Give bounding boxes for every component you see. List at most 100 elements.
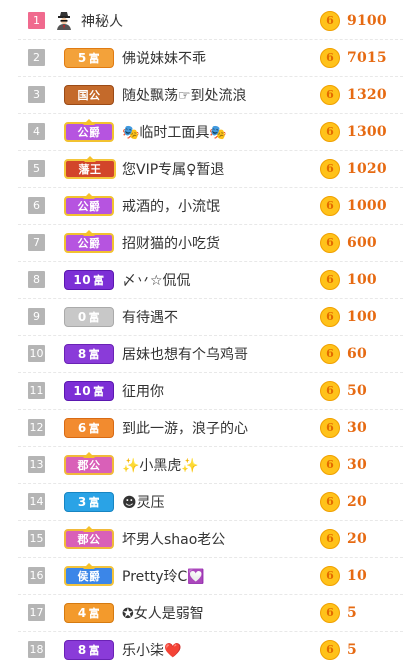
badge-slot: 8富 [62,340,116,368]
rank-badge: 国公 [64,84,114,105]
badge-level: 10 [73,383,92,398]
rank-number: 9 [28,308,45,325]
leaderboard-row[interactable]: 15 郡公 坏男人shao老公 6 20 [18,520,403,557]
user-nickname[interactable]: 居妹也想有个乌鸡哥 [122,344,302,364]
rank-badge: 公爵 [64,192,114,216]
user-nickname[interactable]: 〆丷☆侃侃 [122,270,302,290]
rank-badge: 10 富 [64,380,114,401]
rank-badge: 8富 [64,639,114,660]
rank-number: 8 [28,271,45,288]
user-nickname[interactable]: Pretty玲C💟 [122,566,302,586]
coin-icon: 6 [320,491,340,512]
leaderboard-row[interactable]: 5 藩王 您VIP专属♀暂退 6 1020 [18,150,403,187]
user-nickname[interactable]: 招财猫的小吃货 [122,233,302,253]
leaderboard-row[interactable]: 11 10 富征用你 6 50 [18,372,403,409]
badge-level: 8 [77,346,87,361]
badge-slot: 8富 [62,636,116,664]
badge-title: 国公 [77,88,101,102]
badge-title: 富 [88,51,101,65]
coin-icon: 6 [320,158,340,179]
leaderboard-row[interactable]: 6 公爵 戒酒的，小流氓 6 1000 [18,187,403,224]
contribution-amount: 30 [347,419,367,436]
user-nickname[interactable]: 随处飘荡☞到处流浪 [122,85,302,105]
badge-level: 3 [77,494,87,509]
rank-badge: 10 富 [64,269,114,290]
contribution-amount: 5 [347,641,357,658]
badge-slot: 4富 [62,599,116,627]
contribution-amount: 100 [347,271,377,288]
user-nickname[interactable]: 到此一游，浪子的心 [122,418,302,438]
leaderboard-row[interactable]: 8 10 富〆丷☆侃侃 6 100 [18,261,403,298]
rank-number: 15 [28,530,45,547]
badge-slot: 国公 [62,81,116,109]
coin-icon: 6 [320,602,340,623]
contribution-amount: 9100 [347,12,387,29]
rank-badge: 3富 [64,491,114,512]
user-nickname[interactable]: 戒酒的，小流氓 [122,196,302,216]
rank-badge: 侯爵 [64,562,114,586]
rank-number: 10 [28,345,45,362]
rank-number: 13 [28,456,45,473]
coin-icon: 6 [320,47,340,68]
leaderboard-row[interactable]: 12 6 富到此一游，浪子的心 6 30 [18,409,403,446]
rank-number: 16 [28,567,45,584]
leaderboard-row[interactable]: 7 公爵 招财猫的小吃货 6 600 [18,224,403,261]
rank-badge: 0富 [64,306,114,327]
badge-title: 侯爵 [77,569,101,583]
rank-number: 17 [28,604,45,621]
badge-slot: 公爵 [62,118,116,146]
leaderboard-row[interactable]: 16 侯爵 Pretty玲C💟 6 10 [18,557,403,594]
badge-title: 公爵 [77,199,101,213]
badge-slot: 公爵 [62,192,116,220]
leaderboard-row[interactable]: 1 神秘人 6 9100 [18,2,403,39]
badge-title: 郡公 [77,532,101,546]
user-nickname[interactable]: 有待遇不 [122,307,302,327]
badge-slot: 郡公 [62,451,116,479]
badge-title: 藩王 [78,162,102,176]
user-nickname[interactable]: 坏男人shao老公 [122,529,302,549]
leaderboard-row[interactable]: 14 3 富 ☻灵压 6 20 [18,483,403,520]
rank-number: 7 [28,234,45,251]
coin-icon: 6 [320,195,340,216]
rank-badge: 6富 [64,417,114,438]
leaderboard-row[interactable]: 9 0 富有待遇不 6 100 [18,298,403,335]
user-nickname[interactable]: 您VIP专属♀暂退 [122,159,302,179]
contribution-amount: 60 [347,345,367,362]
coin-icon: 6 [320,343,340,364]
coin-icon: 6 [320,417,340,438]
user-nickname[interactable]: 乐小柒❤️ [122,640,302,660]
leaderboard-row[interactable]: 13 郡公 ✨小黑虎✨ 6 30 [18,446,403,483]
user-nickname[interactable]: 佛说妹妹不乖 [122,48,302,68]
contribution-amount: 20 [347,493,367,510]
user-nickname[interactable]: 🎭临时工面具🎭 [122,122,302,142]
user-nickname[interactable]: ✨小黑虎✨ [122,455,302,475]
user-nickname[interactable]: 神秘人 [81,11,261,31]
coin-icon: 6 [320,84,340,105]
leaderboard-row[interactable]: 2 5 富 佛说妹妹不乖 6 7015 [18,39,403,76]
badge-level: 5 [77,50,87,65]
badge-title: 富 [88,606,101,620]
badge-level: 4 [77,605,87,620]
coin-icon: 6 [320,269,340,290]
contribution-amount: 30 [347,456,367,473]
rank-number: 2 [28,49,45,66]
leaderboard-row[interactable]: 18 8 富乐小柒❤️ 6 5 [18,631,403,668]
leaderboard-row[interactable]: 10 8 富居妹也想有个乌鸡哥 6 60 [18,335,403,372]
user-nickname[interactable]: ☻灵压 [122,492,302,512]
coin-icon: 6 [320,454,340,475]
badge-slot [53,7,75,35]
badge-title: 富 [93,384,105,398]
leaderboard-row[interactable]: 4 公爵 🎭临时工面具🎭 6 1300 [18,113,403,150]
badge-title: 富 [93,273,105,287]
rank-number: 18 [28,641,45,658]
leaderboard-row[interactable]: 3 国公 随处飘荡☞到处流浪 6 1320 [18,76,403,113]
rank-number: 1 [28,12,45,29]
user-nickname[interactable]: 征用你 [122,381,302,401]
user-nickname[interactable]: ✪女人是弱智 [122,603,302,623]
contribution-amount: 7015 [347,49,387,66]
badge-title: 富 [88,643,101,657]
badge-level: 10 [73,272,92,287]
rank-badge: 公爵 [64,118,114,142]
leaderboard-row[interactable]: 17 4 富 ✪女人是弱智 6 5 [18,594,403,631]
rank-badge: 郡公 [64,451,114,475]
